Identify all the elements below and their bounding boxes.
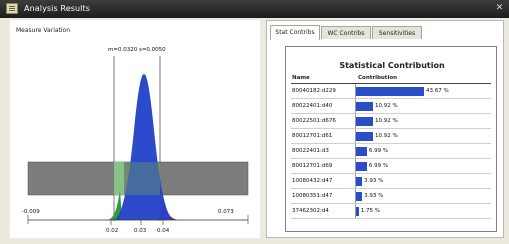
contribution-bar: [356, 117, 373, 126]
contribution-value-label: 3.93 %: [364, 178, 384, 184]
chart-title: Statistical Contribution: [339, 61, 445, 70]
contribution-value-label: 43.67 %: [426, 88, 449, 94]
contribution-row-name: 10080432:d47: [292, 178, 333, 184]
row-separator: [291, 203, 491, 204]
contribution-row-name: 80040182:d229: [292, 88, 336, 94]
contribution-bar: [356, 147, 367, 156]
contribution-bar: [356, 207, 359, 216]
axis-label-min: -0.009: [22, 209, 40, 215]
close-icon[interactable]: ✕: [494, 3, 505, 14]
contribution-value-label: 10.92 %: [375, 133, 398, 139]
axis-label-max: 0.073: [218, 209, 234, 215]
sigma-label-3: 0.04: [157, 228, 170, 234]
contribution-value-label: 10.92 %: [375, 103, 398, 109]
sigma-label-1: 0.02: [106, 228, 118, 234]
contribution-value-label: 6.99 %: [368, 148, 389, 154]
tab-wc-contribs[interactable]: WC Contribs: [321, 26, 371, 39]
contribution-row-name: 37462302:d4: [292, 208, 329, 214]
contribution-row-name: 80012701:d61: [292, 133, 333, 139]
contribution-bar: [356, 87, 424, 96]
contribution-bar: [356, 192, 363, 201]
tolerance-band-overlay: [114, 162, 160, 195]
contribution-row-name: 80022501:d676: [292, 118, 336, 124]
contribution-bar: [356, 177, 363, 186]
contribution-value-label: 10.92 %: [375, 118, 398, 124]
contribution-row-name: 80022401:d3: [292, 148, 329, 154]
tab-sensitivities[interactable]: Sensitivities: [372, 26, 422, 39]
row-separator: [291, 173, 491, 174]
window-title: Analysis Results: [24, 4, 90, 13]
contribution-value-label: 3.93 %: [364, 193, 384, 199]
contribution-row-name: 10080351:d47: [292, 193, 333, 199]
sigma-label-2: 0.03: [134, 228, 147, 234]
column-header-contribution: Contribution: [358, 75, 398, 81]
contribution-bar: [356, 132, 373, 141]
bell-curve: [114, 74, 174, 220]
statistical-contribution-chart: Statistical Contribution Name Contributi…: [285, 46, 497, 232]
row-separator: [291, 143, 491, 144]
analysis-results-window: Analysis Results ✕ Measure Variation m=0…: [0, 0, 509, 244]
column-header-name: Name: [292, 75, 310, 81]
title-bar[interactable]: Analysis Results ✕: [0, 0, 509, 18]
window-app-icon: [6, 3, 18, 14]
measure-variation-label: Measure Variation: [16, 27, 70, 34]
contribution-bar: [356, 162, 367, 171]
tab-stat-contribs[interactable]: Stat Contribs: [270, 25, 320, 40]
contribution-row-name: 80022401:d40: [292, 103, 333, 109]
contribution-value-label: 6.99 %: [368, 163, 389, 169]
contribution-bar: [356, 102, 373, 111]
row-separator: [291, 218, 491, 219]
distribution-stats-text: m=0.0320 s=0.0050: [108, 47, 166, 53]
row-separator: [291, 128, 491, 129]
row-separator: [291, 188, 491, 189]
contribution-value-label: 1.75 %: [360, 208, 380, 214]
row-separator: [291, 98, 491, 99]
distribution-plot: Measure Variation m=0.0320 s=0.0050 -0.0…: [16, 27, 249, 234]
row-separator: [291, 158, 491, 159]
contribution-row-name: 80012701:d69: [292, 163, 333, 169]
header-divider: [291, 83, 491, 84]
measure-variation-panel: Measure Variation m=0.0320 s=0.0050 -0.0…: [10, 20, 260, 238]
row-separator: [291, 113, 491, 114]
